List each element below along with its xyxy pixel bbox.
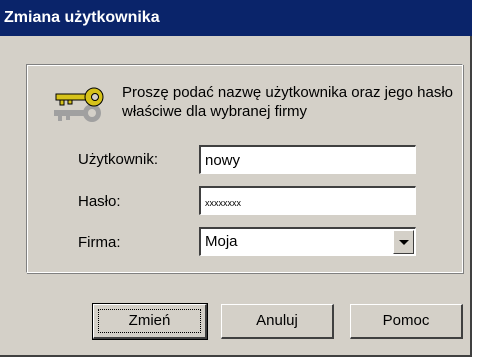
- cancel-button[interactable]: Anuluj: [221, 304, 334, 339]
- company-select-value: Moja: [205, 233, 238, 250]
- key-icon: [54, 87, 104, 122]
- password-label: Hasło:: [78, 193, 121, 210]
- user-label: Użytkownik:: [78, 151, 159, 168]
- company-select[interactable]: Moja: [199, 227, 416, 256]
- chevron-down-icon[interactable]: [393, 230, 414, 254]
- password-input[interactable]: [199, 186, 416, 215]
- change-button[interactable]: Zmień: [92, 303, 208, 340]
- company-label: Firma:: [78, 234, 121, 251]
- focus-rectangle: [98, 309, 201, 333]
- help-button-label: Pomoc: [382, 312, 430, 329]
- change-user-dialog: Zmiana użytkownika Proszę podać nazwę uż…: [0, 0, 472, 357]
- window-title: Zmiana użytkownika: [0, 0, 472, 36]
- info-text: Proszę podać nazwę użytkownika oraz jego…: [122, 84, 454, 120]
- cancel-button-label: Anuluj: [256, 312, 298, 329]
- help-button[interactable]: Pomoc: [350, 304, 463, 339]
- user-input[interactable]: [199, 145, 416, 174]
